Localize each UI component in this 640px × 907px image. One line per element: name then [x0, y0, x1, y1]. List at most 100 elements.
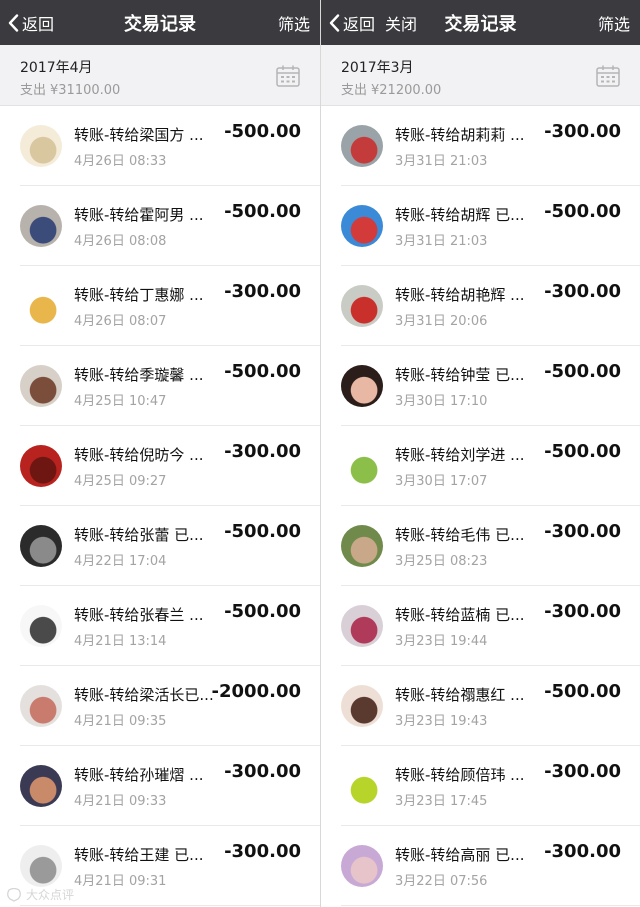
close-button[interactable]: 关闭 [385, 11, 417, 35]
transaction-amount: -300.00 [544, 601, 621, 622]
transaction-title: 转账-转给胡莉莉 ... [395, 126, 525, 144]
transaction-amount: -300.00 [544, 281, 621, 302]
transaction-title: 转账-转给蓝楠 已... [395, 606, 525, 624]
avatar [20, 765, 62, 807]
calendar-icon[interactable] [596, 65, 620, 87]
back-label: 返回 [22, 14, 55, 34]
transaction-title: 转账-转给顾倍玮 ... [395, 766, 525, 784]
avatar [20, 685, 62, 727]
month-spend: 支出 ¥31100.00 [20, 79, 120, 98]
avatar [341, 445, 383, 487]
spend-label: 支出 [341, 83, 368, 98]
transaction-list: 转账-转给梁国方 ... 4月26日 08:33 -500.00 转账-转给霍阿男 .… [0, 106, 320, 906]
spend-amount: ¥21200.00 [371, 83, 442, 98]
transaction-amount: -500.00 [544, 201, 621, 222]
transaction-amount: -500.00 [224, 601, 301, 622]
transaction-amount: -300.00 [224, 281, 301, 302]
transaction-amount: -300.00 [544, 521, 621, 542]
transaction-row[interactable]: 转账-转给刘学进 ... 3月30日 17:07 -500.00 [321, 426, 640, 506]
transaction-time: 4月21日 13:14 [74, 634, 167, 649]
transaction-row[interactable]: 转账-转给孙璀熠 ... 4月21日 09:33 -300.00 [0, 746, 320, 826]
transaction-time: 4月22日 17:04 [74, 554, 167, 569]
transaction-amount: -500.00 [544, 681, 621, 702]
avatar [20, 365, 62, 407]
transaction-row[interactable]: 转账-转给张蕾 已... 4月22日 17:04 -500.00 [0, 506, 320, 586]
filter-button[interactable]: 筛选 [598, 11, 630, 35]
transaction-amount: -300.00 [224, 761, 301, 782]
transaction-title: 转账-转给张春兰 ... [74, 606, 204, 624]
transaction-amount: -300.00 [224, 441, 301, 462]
transaction-title: 转账-转给张蕾 已... [74, 526, 204, 544]
filter-button[interactable]: 筛选 [278, 11, 310, 35]
transaction-title: 转账-转给毛伟 已... [395, 526, 525, 544]
month-summary: 2017年4月 支出 ¥31100.00 [0, 45, 320, 106]
navbar: 返回 关闭 交易记录 筛选 [321, 0, 640, 45]
transaction-row[interactable]: 转账-转给高丽 已... 3月22日 07:56 -300.00 [321, 826, 640, 906]
chevron-left-icon [329, 13, 340, 32]
transaction-time: 4月26日 08:08 [74, 234, 167, 249]
transaction-title: 转账-转给丁惠娜 ... [74, 286, 204, 304]
transaction-title: 转账-转给胡辉 已... [395, 206, 525, 224]
transaction-title: 转账-转给霍阿男 ... [74, 206, 204, 224]
transaction-row[interactable]: 转账-转给胡艳辉 ... 3月31日 20:06 -300.00 [321, 266, 640, 346]
avatar [341, 125, 383, 167]
transaction-row[interactable]: 转账-转给梁国方 ... 4月26日 08:33 -500.00 [0, 106, 320, 186]
avatar [341, 845, 383, 887]
transaction-row[interactable]: 转账-转给顾倍玮 ... 3月23日 17:45 -300.00 [321, 746, 640, 826]
navbar: 返回 交易记录 筛选 [0, 0, 320, 45]
transaction-row[interactable]: 转账-转给梁活长已... 4月21日 09:35 -2000.00 [0, 666, 320, 746]
avatar [341, 685, 383, 727]
transaction-row[interactable]: 转账-转给禤惠红 ... 3月23日 19:43 -500.00 [321, 666, 640, 746]
back-button[interactable]: 返回 [0, 0, 54, 45]
transaction-time: 4月25日 10:47 [74, 394, 167, 409]
avatar [20, 205, 62, 247]
watermark-text: 大众点评 [26, 888, 75, 902]
transaction-row[interactable]: 转账-转给霍阿男 ... 4月26日 08:08 -500.00 [0, 186, 320, 266]
month-title: 2017年3月 [341, 60, 414, 76]
transaction-time: 3月23日 19:43 [395, 714, 488, 729]
transaction-amount: -300.00 [544, 761, 621, 782]
avatar [341, 605, 383, 647]
month-summary: 2017年3月 支出 ¥21200.00 [321, 45, 640, 106]
transaction-title: 转账-转给倪昉今 ... [74, 446, 204, 464]
transaction-row[interactable]: 转账-转给张春兰 ... 4月21日 13:14 -500.00 [0, 586, 320, 666]
transaction-row[interactable]: 转账-转给季璇馨 ... 4月25日 10:47 -500.00 [0, 346, 320, 426]
avatar [341, 765, 383, 807]
transaction-row[interactable]: 转账-转给蓝楠 已... 3月23日 19:44 -300.00 [321, 586, 640, 666]
transaction-amount: -500.00 [224, 201, 301, 222]
transaction-row[interactable]: 转账-转给胡辉 已... 3月31日 21:03 -500.00 [321, 186, 640, 266]
transaction-time: 4月25日 09:27 [74, 474, 167, 489]
transaction-time: 3月30日 17:10 [395, 394, 488, 409]
transaction-time: 3月22日 07:56 [395, 874, 488, 889]
watermark: 大众点评 [6, 886, 74, 903]
transaction-list: 转账-转给胡莉莉 ... 3月31日 21:03 -300.00 转账-转给胡辉 已.… [321, 106, 640, 906]
transaction-row[interactable]: 转账-转给毛伟 已... 3月25日 08:23 -300.00 [321, 506, 640, 586]
transaction-time: 3月31日 21:03 [395, 234, 488, 249]
transaction-amount: -300.00 [224, 841, 301, 862]
avatar [341, 365, 383, 407]
transaction-time: 4月26日 08:33 [74, 154, 167, 169]
transaction-title: 转账-转给高丽 已... [395, 846, 525, 864]
transaction-row[interactable]: 转账-转给胡莉莉 ... 3月31日 21:03 -300.00 [321, 106, 640, 186]
month-title: 2017年4月 [20, 60, 93, 76]
left-panel: 返回 交易记录 筛选 2017年4月 支出 ¥31100.00 转账-转给梁国方 … [0, 0, 320, 907]
transaction-title: 转账-转给季璇馨 ... [74, 366, 204, 384]
transaction-time: 3月30日 17:07 [395, 474, 488, 489]
calendar-icon[interactable] [276, 65, 300, 87]
avatar [20, 125, 62, 167]
month-spend: 支出 ¥21200.00 [341, 79, 441, 98]
avatar [341, 205, 383, 247]
spend-amount: ¥31100.00 [50, 83, 121, 98]
back-label: 返回 [343, 14, 376, 34]
transaction-title: 转账-转给胡艳辉 ... [395, 286, 525, 304]
back-button[interactable]: 返回 [321, 0, 375, 45]
transaction-row[interactable]: 转账-转给丁惠娜 ... 4月26日 08:07 -300.00 [0, 266, 320, 346]
avatar [20, 605, 62, 647]
transaction-title: 转账-转给梁活长已... [74, 686, 214, 704]
avatar [341, 285, 383, 327]
spend-label: 支出 [20, 83, 47, 98]
transaction-row[interactable]: 转账-转给钟莹 已... 3月30日 17:10 -500.00 [321, 346, 640, 426]
transaction-row[interactable]: 转账-转给倪昉今 ... 4月25日 09:27 -300.00 [0, 426, 320, 506]
transaction-title: 转账-转给王建 已... [74, 846, 204, 864]
transaction-amount: -500.00 [544, 361, 621, 382]
